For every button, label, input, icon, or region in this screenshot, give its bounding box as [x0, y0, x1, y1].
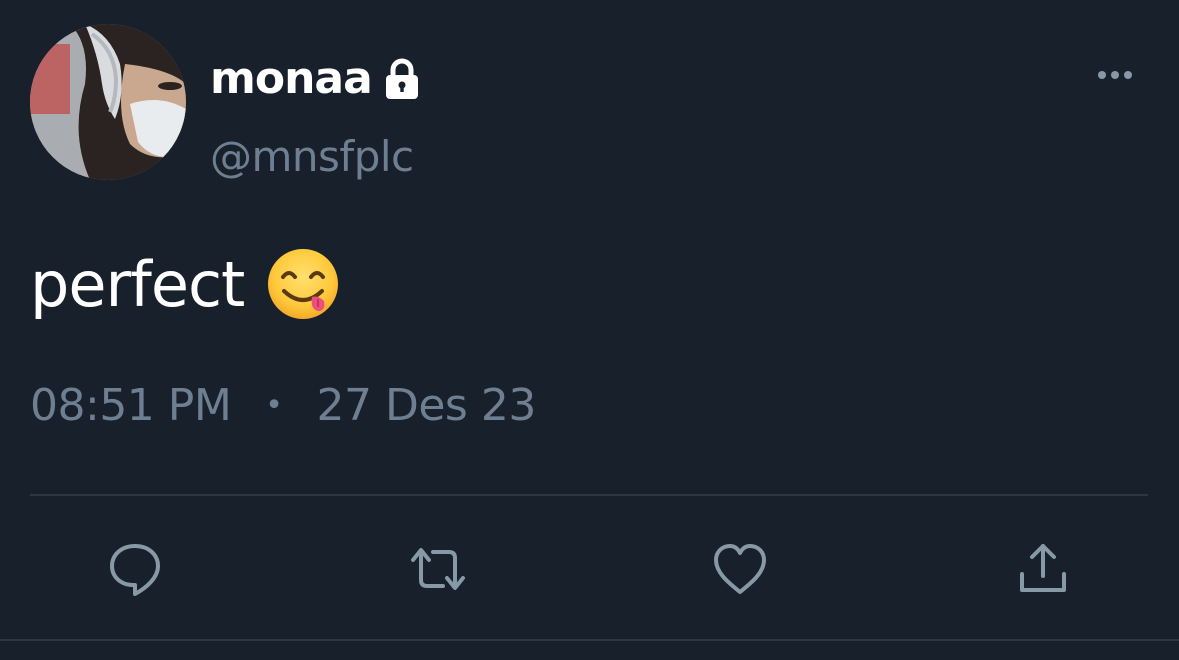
display-name[interactable]: monaa	[210, 57, 373, 101]
retweet-button[interactable]	[403, 534, 473, 604]
action-bar	[0, 534, 1179, 604]
face-savoring-food-icon	[268, 249, 339, 319]
user-handle[interactable]: @mnsfplc	[210, 132, 414, 182]
divider	[30, 494, 1148, 496]
reply-icon	[110, 544, 160, 596]
separator-dot: •	[265, 388, 283, 423]
avatar-image	[30, 24, 186, 180]
lock-icon	[385, 58, 418, 99]
share-button[interactable]	[1008, 534, 1078, 604]
tweet-text: perfect	[30, 244, 340, 324]
author-name-row[interactable]: monaa	[210, 47, 422, 111]
tweet-timestamp: 08:51 PM • 27 Des 23	[30, 380, 536, 431]
more-horizontal-icon[interactable]	[1090, 60, 1140, 90]
tweet-date: 27 Des 23	[316, 380, 537, 431]
share-icon	[1020, 544, 1066, 592]
tweet-time: 08:51 PM	[30, 380, 232, 431]
reply-button[interactable]	[100, 534, 170, 604]
heart-icon	[714, 544, 766, 594]
retweet-icon	[411, 548, 465, 590]
avatar[interactable]	[30, 24, 186, 180]
tweet-text-content: perfect	[30, 247, 245, 321]
like-button[interactable]	[705, 534, 775, 604]
divider	[0, 639, 1179, 641]
